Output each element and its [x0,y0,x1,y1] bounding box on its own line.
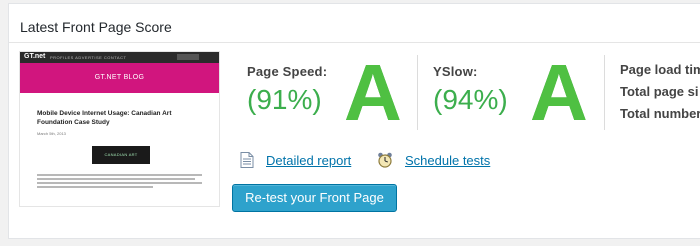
detailed-report-row: Detailed report [240,152,351,168]
document-icon [240,152,254,168]
detailed-report-link[interactable]: Detailed report [266,153,351,168]
yslow-grade: A [530,48,588,137]
retest-front-page-button[interactable]: Re-test your Front Page [232,184,397,212]
thumbnail-post-image: CANADIAN ART [92,146,150,164]
yslow-percent: (94%) [433,84,508,115]
total-requests-label: Total number [620,106,700,121]
page-speed-label: Page Speed: [247,64,328,79]
schedule-tests-link[interactable]: Schedule tests [405,153,490,168]
page-speed-score: Page Speed: (91%) [247,64,327,116]
page-speed-grade: A [344,48,402,137]
thumbnail-search-box [177,54,199,60]
thumbnail-logo: GT.net [24,53,46,60]
thumbnail-post-title: Mobile Device Internet Usage: Canadian A… [37,110,172,126]
yslow-score: YSlow: (94%) [433,64,508,116]
alarm-clock-icon [378,152,392,168]
thumbnail-banner: GT.NET BLOG [20,63,219,93]
thumbnail-nav: PROFILES ADVERTISE CONTACT [50,55,127,60]
total-page-size-label: Total page si [620,84,699,99]
yslow-label: YSlow: [433,64,478,79]
schedule-tests-row: Schedule tests [377,152,490,168]
page-speed-percent: (91%) [247,84,322,115]
thumbnail-post-date: March 5th, 2013 [37,131,66,136]
page-metrics: Page load tim Total page si Total number [620,62,700,128]
panel-title: Latest Front Page Score [9,4,700,43]
score-divider [417,55,418,130]
thumbnail-text-lines [37,174,202,188]
page-load-time-label: Page load tim [620,62,700,77]
thumbnail-topbar: GT.net PROFILES ADVERTISE CONTACT [20,52,219,63]
metrics-divider [604,55,605,130]
front-page-thumbnail: GT.net PROFILES ADVERTISE CONTACT GT.NET… [19,51,220,207]
